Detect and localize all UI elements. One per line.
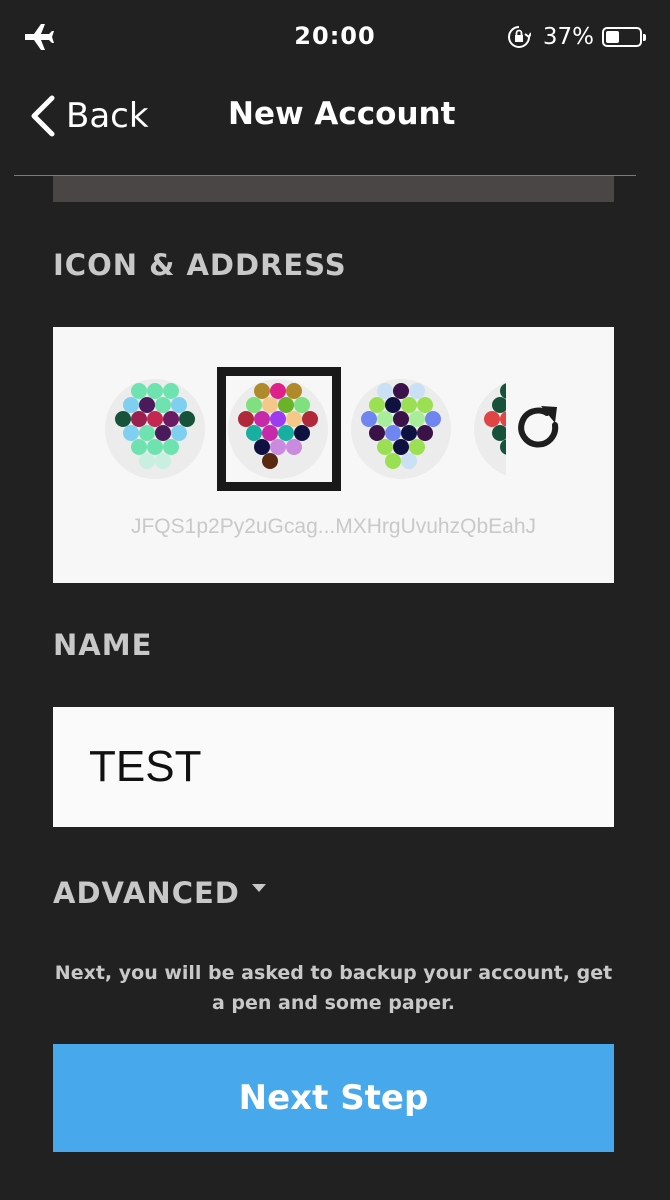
account-address: JFQS1p2Py2uGcag...MXHrgUvuhzQbEahJ — [130, 515, 536, 538]
battery-icon — [602, 27, 646, 47]
chevron-left-icon — [31, 95, 55, 137]
name-input-value: TEST — [89, 742, 202, 791]
scrolled-field-edge — [53, 176, 614, 202]
refresh-icon[interactable] — [511, 401, 567, 457]
page-title: New Account — [228, 96, 456, 132]
status-bar: 20:00 37% — [0, 0, 670, 70]
identicon-option-4[interactable] — [474, 367, 506, 497]
advanced-label: ADVANCED — [53, 876, 240, 910]
next-step-label: Next Step — [238, 1078, 429, 1118]
identicon-option-3[interactable] — [351, 379, 451, 479]
identicon-dot — [401, 453, 417, 469]
selected-identicon-frame — [217, 367, 341, 491]
identicon-dot — [139, 453, 155, 469]
battery-percent: 37% — [542, 24, 594, 50]
icon-address-heading: ICON & ADDRESS — [53, 248, 347, 282]
identicon-option-1[interactable] — [105, 379, 205, 479]
icon-address-card: JFQS1p2Py2uGcag...MXHrgUvuhzQbEahJ — [53, 327, 614, 583]
name-input[interactable]: TEST — [53, 707, 614, 827]
navigation-bar: Back New Account — [0, 80, 670, 176]
identicon-dot — [500, 439, 506, 455]
identicon-dot — [385, 453, 401, 469]
name-heading: NAME — [53, 628, 153, 662]
caret-down-icon — [251, 884, 266, 892]
rotation-lock-icon — [507, 26, 531, 48]
back-label: Back — [66, 96, 149, 136]
advanced-toggle[interactable]: ADVANCED — [53, 876, 266, 910]
back-button[interactable]: Back — [28, 94, 149, 138]
identicon-dot — [492, 425, 506, 441]
identicon-dot — [155, 453, 171, 469]
backup-info-text: Next, you will be asked to backup your a… — [54, 962, 613, 1014]
next-step-button[interactable]: Next Step — [53, 1044, 614, 1152]
